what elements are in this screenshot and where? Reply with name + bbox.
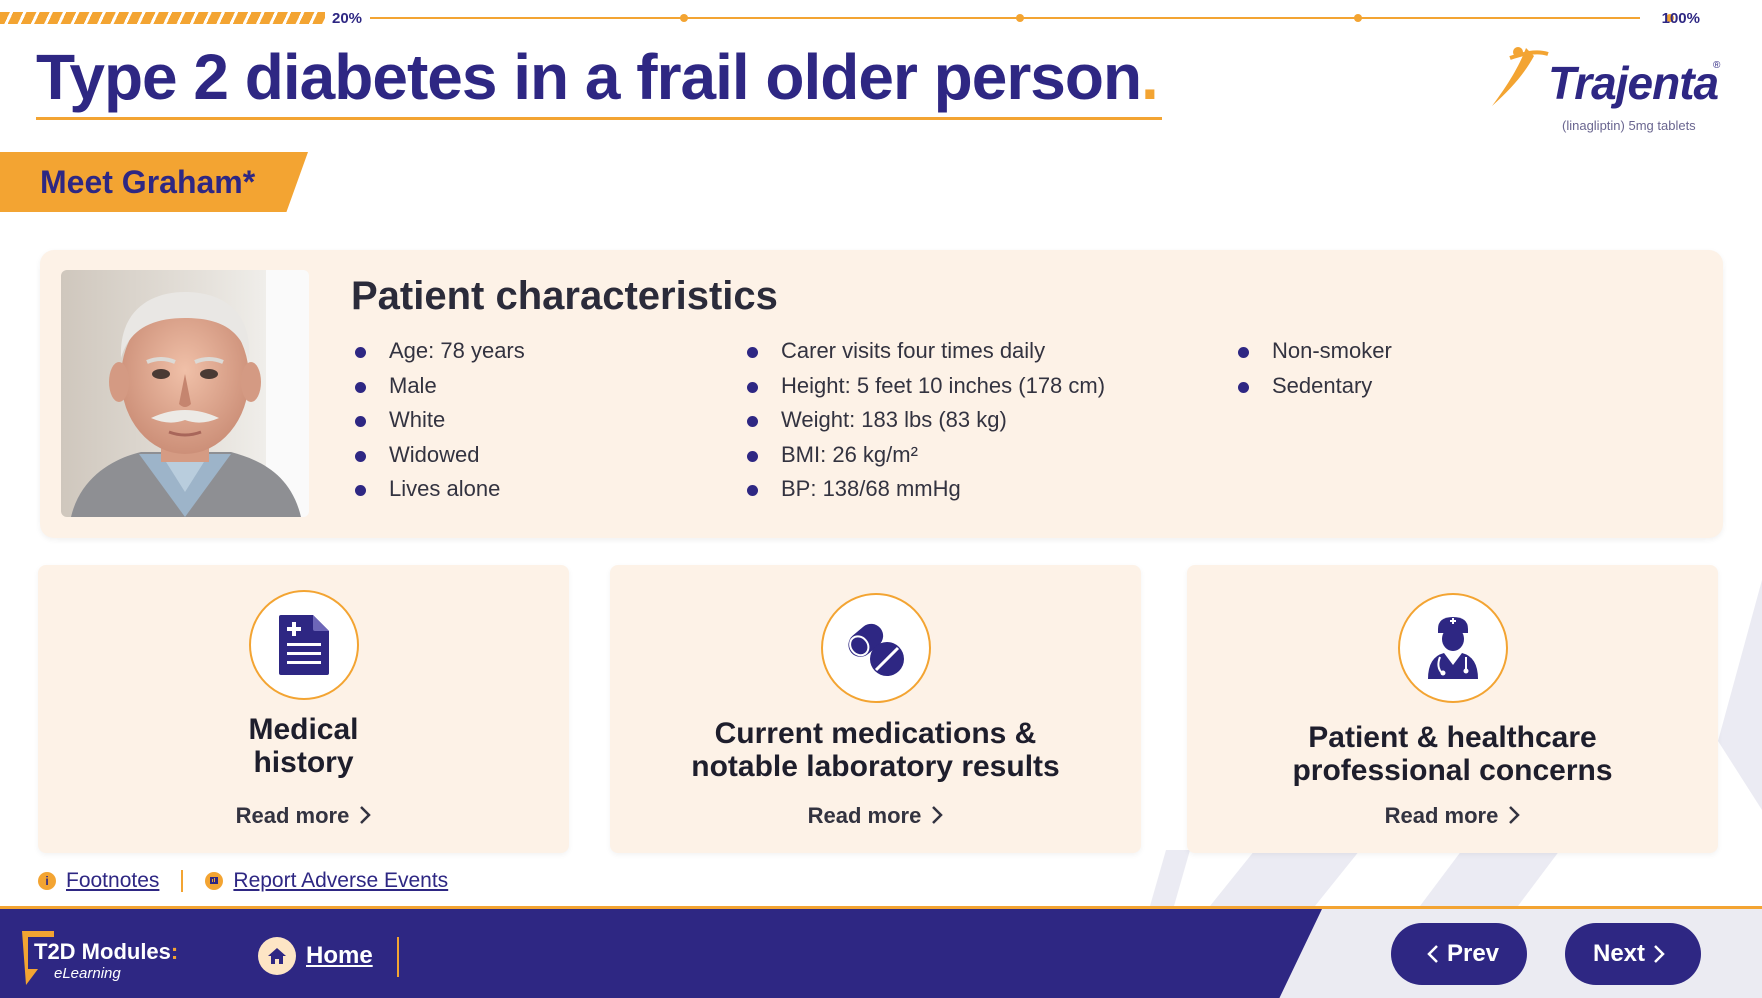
progress-bar: 20% 100%	[0, 10, 1700, 27]
patient-card: Patient characteristics Age: 78 years Ma…	[40, 250, 1723, 538]
card-title-line: Patient & healthcare	[1308, 721, 1597, 754]
decorative-stripe	[1210, 850, 1360, 906]
characteristic-item: Carer visits four times daily	[747, 334, 1105, 369]
card-title-line: history	[253, 746, 354, 779]
chevron-right-icon	[932, 806, 944, 824]
characteristic-item: Widowed	[355, 438, 525, 473]
card-title: Medical history	[38, 713, 569, 779]
card-title-line: Medical	[248, 713, 359, 746]
characteristics-column-2: Carer visits four times daily Height: 5 …	[747, 334, 1105, 507]
patient-photo	[61, 270, 309, 517]
chevron-right-icon	[360, 806, 372, 824]
bar-divider	[397, 937, 399, 977]
read-more-link[interactable]: Read more	[1187, 803, 1718, 829]
progress-start-label: 20%	[332, 10, 363, 27]
medical-record-icon	[248, 590, 359, 700]
card-title: Patient & healthcare professional concer…	[1187, 721, 1718, 787]
characteristic-item: Lives alone	[355, 472, 525, 507]
patient-portrait	[61, 270, 309, 517]
brand-title-text: T2D Modules	[34, 939, 171, 964]
trajenta-logo: Trajenta ® (linagliptin) 5mg tablets	[1488, 40, 1728, 140]
footnotes-link[interactable]: Footnotes	[66, 869, 159, 893]
progress-track	[370, 17, 1640, 19]
read-more-link[interactable]: Read more	[38, 803, 569, 829]
progress-fill	[0, 12, 325, 24]
card-title-line: Current medications &	[714, 717, 1037, 750]
brand-title: T2D Modules:	[34, 939, 178, 965]
doctor-icon	[1397, 593, 1508, 703]
progress-dot	[1016, 14, 1024, 22]
characteristic-item: Age: 78 years	[355, 334, 525, 369]
meet-tag: Meet Graham*	[0, 152, 308, 212]
characteristic-item: BP: 138/68 mmHg	[747, 472, 1105, 507]
logo-name: Trajenta	[1548, 57, 1719, 109]
title-dot: .	[1141, 41, 1159, 113]
progress-end-label: 100%	[1661, 10, 1700, 27]
characteristic-item: White	[355, 403, 525, 438]
concerns-card[interactable]: Patient & healthcare professional concer…	[1187, 565, 1718, 853]
page-title-text: Type 2 diabetes in a frail older person	[36, 41, 1142, 113]
decorative-stripe	[1150, 850, 1190, 906]
home-button[interactable]: Home	[258, 937, 373, 975]
pills-icon	[820, 593, 931, 703]
characteristic-item: Male	[355, 369, 525, 404]
section-title: Patient characteristics	[351, 274, 778, 318]
meet-label: Meet Graham*	[40, 164, 256, 200]
report-adverse-events-link[interactable]: Report Adverse Events	[233, 869, 448, 893]
characteristic-item: Sedentary	[1238, 369, 1392, 404]
resource-links: i Footnotes Report Adverse Events	[38, 866, 448, 896]
logo-registered: ®	[1713, 60, 1721, 71]
card-title-line: notable laboratory results	[691, 750, 1060, 783]
brand-colon: :	[170, 939, 179, 964]
chevron-right-icon	[1509, 806, 1521, 824]
prev-button[interactable]: Prev	[1391, 923, 1527, 985]
link-divider	[181, 870, 184, 892]
prev-label: Prev	[1446, 940, 1500, 967]
title-underline	[36, 117, 1162, 120]
report-icon	[205, 872, 224, 890]
characteristic-item: BMI: 26 kg/m²	[747, 438, 1105, 473]
chevron-left-icon	[1427, 945, 1438, 963]
home-label: Home	[306, 942, 373, 969]
characteristics-column-3: Non-smoker Sedentary	[1238, 334, 1392, 403]
characteristic-item: Non-smoker	[1238, 334, 1392, 369]
decorative-stripe	[1420, 850, 1560, 906]
page-title: Type 2 diabetes in a frail older person.	[36, 40, 1159, 114]
bottom-bar: T2D Modules: eLearning Home Prev Next	[0, 906, 1762, 998]
chevron-right-icon	[1654, 945, 1665, 963]
next-label: Next	[1592, 940, 1646, 967]
next-button[interactable]: Next	[1565, 923, 1701, 985]
read-more-label: Read more	[1384, 803, 1499, 828]
read-more-label: Read more	[807, 803, 922, 828]
medications-card[interactable]: Current medications & notable laboratory…	[610, 565, 1141, 853]
home-icon	[258, 937, 296, 975]
card-title-line: professional concerns	[1292, 754, 1613, 787]
logo-subtitle: (linagliptin) 5mg tablets	[1562, 118, 1696, 133]
read-more-label: Read more	[235, 803, 350, 828]
progress-dot	[1354, 14, 1362, 22]
info-icon: i	[38, 872, 56, 890]
brand-subtitle: eLearning	[54, 965, 121, 982]
decorative-stripe	[1718, 580, 1762, 810]
card-title: Current medications & notable laboratory…	[610, 717, 1141, 783]
characteristics-column-1: Age: 78 years Male White Widowed Lives a…	[355, 334, 525, 507]
progress-dot	[680, 14, 688, 22]
read-more-link[interactable]: Read more	[610, 803, 1141, 829]
medical-history-card[interactable]: Medical history Read more	[38, 565, 569, 853]
characteristic-item: Height: 5 feet 10 inches (178 cm)	[747, 369, 1105, 404]
characteristic-item: Weight: 183 lbs (83 kg)	[747, 403, 1105, 438]
